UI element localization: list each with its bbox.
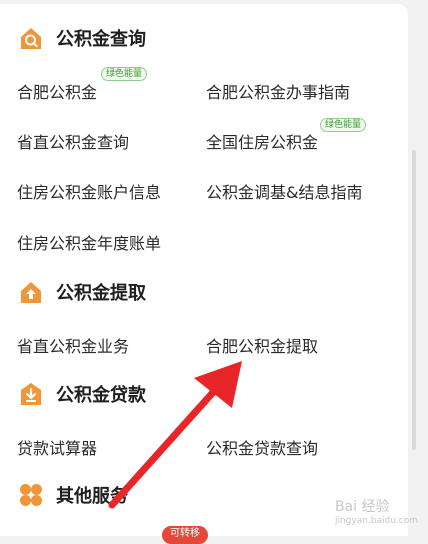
- search-house-icon: [18, 25, 44, 51]
- house-up-icon: [18, 279, 44, 305]
- section-header-loan: 公积金贷款: [18, 381, 146, 407]
- section-title-loan: 公积金贷款: [56, 385, 146, 406]
- section-title-withdraw: 公积金提取: [56, 283, 146, 304]
- menu-item-annual-bill[interactable]: 住房公积金年度账单: [17, 230, 161, 254]
- menu-item-national-fund[interactable]: 全国住房公积金: [206, 129, 318, 153]
- menu-item-hefei-fund[interactable]: 合肥公积金: [17, 79, 97, 103]
- menu-item-loan-query[interactable]: 公积金贷款查询: [206, 435, 318, 459]
- four-dots-icon: [18, 482, 44, 508]
- menu-item-hefei-withdraw[interactable]: 合肥公积金提取: [206, 333, 318, 357]
- transferable-badge: 可转移: [162, 526, 208, 544]
- menu-item-account-info[interactable]: 住房公积金账户信息: [17, 179, 161, 203]
- section-header-withdraw: 公积金提取: [18, 279, 146, 305]
- menu-item-loan-calculator[interactable]: 贷款试算器: [17, 435, 97, 459]
- green-energy-badge: 绿色能量: [320, 118, 367, 132]
- section-header-query: 公积金查询: [18, 25, 146, 51]
- download-box-icon: [18, 381, 44, 407]
- menu-item-hefei-guide[interactable]: 合肥公积金办事指南: [206, 79, 350, 103]
- section-title-other: 其他服务: [56, 486, 128, 507]
- menu-item-provincial-query[interactable]: 省直公积金查询: [17, 129, 129, 153]
- green-energy-badge: 绿色能量: [101, 67, 148, 81]
- scrollbar[interactable]: [412, 150, 416, 450]
- menu-item-provincial-business[interactable]: 省直公积金业务: [17, 333, 129, 357]
- menu-item-adjust-guide[interactable]: 公积金调基&结息指南: [206, 179, 362, 203]
- section-header-other: 其他服务: [18, 482, 128, 508]
- section-title-query: 公积金查询: [56, 29, 146, 50]
- watermark: Bai 经验 jingyan.baidu.com: [334, 499, 418, 526]
